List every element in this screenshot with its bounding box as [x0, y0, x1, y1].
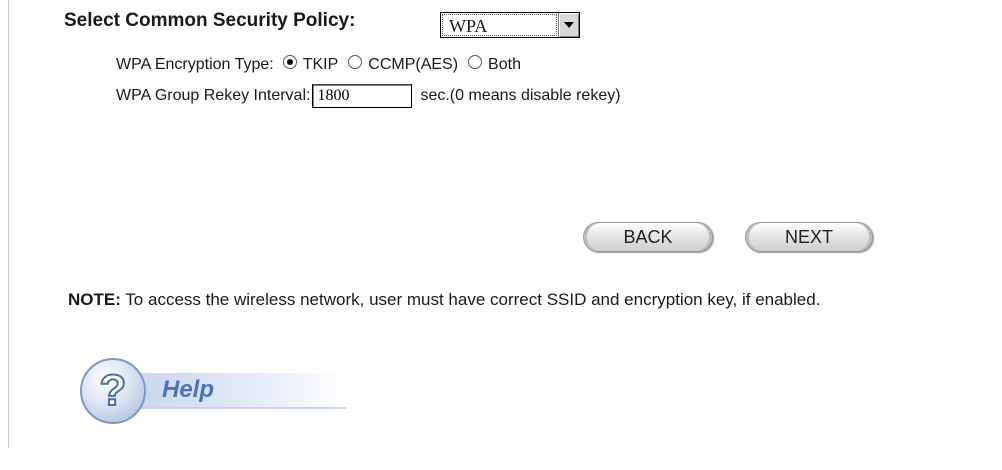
help-question-icon[interactable]: ? [80, 358, 146, 424]
help-label: Help [162, 376, 215, 403]
security-policy-row: Select Common Security Policy: [64, 10, 355, 32]
encryption-option-tkip[interactable]: TKIP [282, 55, 339, 74]
security-policy-selected-value: WPA [442, 14, 557, 36]
security-policy-select[interactable]: WPA [440, 12, 580, 38]
help-banner[interactable]: Help [136, 373, 346, 409]
encryption-option-both[interactable]: Both [468, 55, 521, 74]
help-link[interactable]: ? Help [80, 358, 346, 424]
ccmp-radio[interactable] [348, 55, 363, 69]
encryption-type-label: WPA Encryption Type: [116, 56, 274, 73]
next-button[interactable]: NEXT [745, 222, 873, 252]
note-body: To access the wireless network, user mus… [120, 290, 821, 309]
rekey-interval-input[interactable] [312, 84, 413, 108]
tkip-label: TKIP [302, 56, 339, 73]
back-button[interactable]: BACK [583, 222, 713, 252]
rekey-interval-hint: sec.(0 means disable rekey) [420, 87, 621, 104]
tkip-radio[interactable] [282, 55, 297, 69]
page-left-border [8, 0, 9, 448]
ccmp-label: CCMP(AES) [368, 56, 459, 73]
security-policy-label: Select Common Security Policy: [64, 10, 356, 31]
note-prefix: NOTE: [68, 290, 121, 309]
chevron-down-icon[interactable] [558, 13, 579, 37]
note-text: NOTE: To access the wireless network, us… [68, 288, 828, 312]
encryption-option-ccmp[interactable]: CCMP(AES) [348, 55, 459, 74]
rekey-interval-label: WPA Group Rekey Interval: [116, 87, 311, 104]
rekey-interval-row: WPA Group Rekey Interval: sec.(0 means d… [116, 84, 621, 108]
both-radio[interactable] [468, 55, 483, 69]
both-label: Both [488, 56, 521, 73]
encryption-type-row: WPA Encryption Type: TKIP CCMP(AES) Both [116, 55, 531, 74]
